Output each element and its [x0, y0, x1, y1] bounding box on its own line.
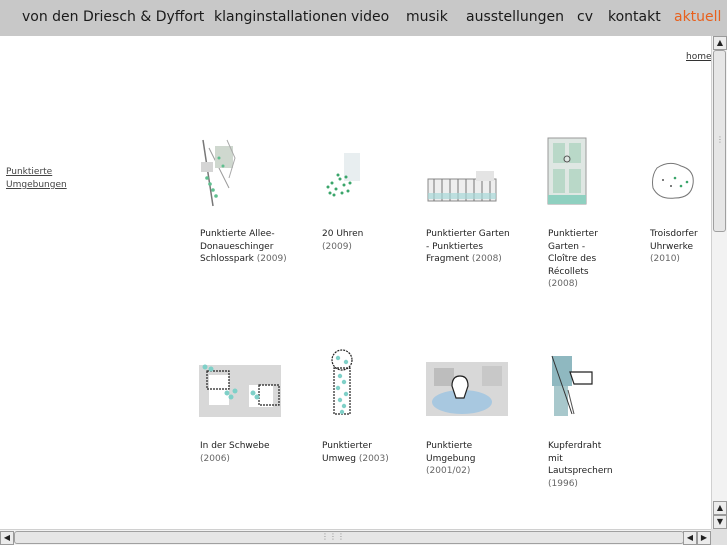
scroll-down-arrow-icon[interactable]: ▼	[713, 515, 727, 529]
caption-line: Fragment	[426, 254, 469, 265]
horizontal-scroll-thumb[interactable]: ⋮⋮⋮	[14, 531, 684, 544]
vertical-scroll-thumb[interactable]: ⋮⋮	[713, 50, 727, 232]
caption-line: Punktierter	[548, 229, 598, 239]
scroll-up-arrow-icon[interactable]: ▲	[713, 36, 727, 50]
scroll-left-arrow-icon[interactable]: ◀	[0, 531, 14, 545]
caption-line: Garten -	[548, 241, 586, 252]
caption-line: Punktierter	[322, 441, 372, 451]
thumbnail-punktierte-umgebung[interactable]	[426, 356, 508, 418]
thumbnail-troisdorfer-uhrwerke[interactable]	[649, 160, 699, 202]
work-caption-4[interactable]: Punktierter Garten - Cloître des Récolle…	[548, 228, 598, 291]
caption-year: (1996)	[548, 478, 578, 489]
thumbnail-20-uhren[interactable]	[322, 153, 362, 198]
work-caption-3[interactable]: Punktierter Garten - Punktiertes Fragmen…	[426, 228, 510, 266]
sidebar-link-punktierte-umgebungen[interactable]: Punktierte Umgebungen	[6, 166, 67, 192]
work-caption-2[interactable]: 20 Uhren (2009)	[322, 228, 363, 253]
site-title-link[interactable]: von den Driesch & Dyffort	[22, 9, 204, 25]
nav-item-klanginstallationen[interactable]: klanginstallationen	[214, 9, 347, 25]
work-caption-7[interactable]: Punktierter Umweg (2003)	[322, 440, 389, 465]
vertical-scrollbar[interactable]: ▲ ⋮⋮ ▲ ▼	[711, 36, 727, 529]
nav-item-cv[interactable]: cv	[577, 9, 593, 25]
caption-line: Punktierte Allee-	[200, 229, 275, 239]
caption-line: 20 Uhren	[322, 229, 364, 239]
caption-line: Uhrwerke	[650, 241, 694, 252]
thumbnail-punktierter-umweg[interactable]	[326, 348, 358, 418]
sidebar-link-line-1: Punktierte	[6, 167, 53, 177]
caption-line: Punktierter Garten	[426, 229, 510, 239]
nav-item-ausstellungen[interactable]: ausstellungen	[466, 9, 564, 25]
nav-item-aktuell[interactable]: aktuell	[674, 9, 721, 25]
caption-line: - Punktiertes	[426, 241, 484, 252]
sidebar-link-line-2: Umgebungen	[6, 180, 67, 190]
work-caption-9[interactable]: Kupferdraht mit Lautsprechern (1996)	[548, 440, 613, 490]
horizontal-scrollbar[interactable]: ◀ ⋮⋮⋮ ◀ ▶	[0, 529, 711, 545]
work-caption-1[interactable]: Punktierte Allee- Donaueschinger Schloss…	[200, 228, 287, 266]
thumbnail-kupferdraht-mit-lautsprechern[interactable]	[550, 354, 600, 418]
caption-line: Punktierte	[426, 441, 473, 451]
scroll-left-arrow-icon[interactable]: ◀	[683, 531, 697, 545]
caption-year: (2009)	[322, 241, 352, 252]
caption-line: Cloître des	[548, 254, 597, 265]
grip-icon: ⋮⋮⋮	[321, 532, 345, 541]
caption-line: Umweg	[322, 453, 356, 464]
scrollbar-corner	[711, 529, 727, 545]
thumbnail-punktierter-garten-fragment[interactable]	[426, 163, 498, 205]
grip-icon: ⋮⋮	[716, 135, 727, 144]
top-navigation: von den Driesch & Dyffort klanginstallat…	[0, 0, 727, 36]
caption-year: (2010)	[650, 254, 680, 265]
caption-year: (2003)	[358, 453, 389, 464]
thumbnail-in-der-schwebe[interactable]	[199, 361, 281, 419]
caption-line: Umgebung	[426, 453, 476, 464]
caption-year: (2008)	[471, 254, 502, 265]
caption-line: In der Schwebe	[200, 441, 270, 451]
caption-year: (2008)	[548, 279, 578, 290]
nav-item-kontakt[interactable]: kontakt	[608, 9, 661, 25]
nav-item-video[interactable]: video	[351, 9, 389, 25]
work-caption-6[interactable]: In der Schwebe (2006)	[200, 440, 270, 465]
caption-year: (2001/02)	[426, 466, 471, 477]
caption-line: Lautsprechern	[548, 466, 613, 477]
caption-line: Schlosspark	[200, 254, 254, 265]
thumbnail-cloitre-des-recollets[interactable]	[547, 137, 587, 207]
caption-line: Donaueschinger	[200, 241, 274, 252]
scroll-right-arrow-icon[interactable]: ▶	[697, 531, 711, 545]
work-caption-8[interactable]: Punktierte Umgebung (2001/02)	[426, 440, 475, 478]
caption-line: Kupferdraht	[548, 441, 602, 451]
caption-line: Récollets	[548, 266, 589, 277]
nav-item-musik[interactable]: musik	[406, 9, 448, 25]
work-caption-5[interactable]: Troisdorfer Uhrwerke (2010)	[650, 228, 698, 266]
caption-year: (2009)	[256, 254, 287, 265]
scroll-up-arrow-icon[interactable]: ▲	[713, 501, 727, 515]
thumbnail-punktierte-allee[interactable]	[199, 138, 239, 208]
caption-year: (2006)	[200, 453, 230, 464]
caption-line: Troisdorfer	[650, 229, 698, 239]
caption-line: mit	[548, 453, 563, 464]
home-link[interactable]: home	[686, 52, 712, 62]
